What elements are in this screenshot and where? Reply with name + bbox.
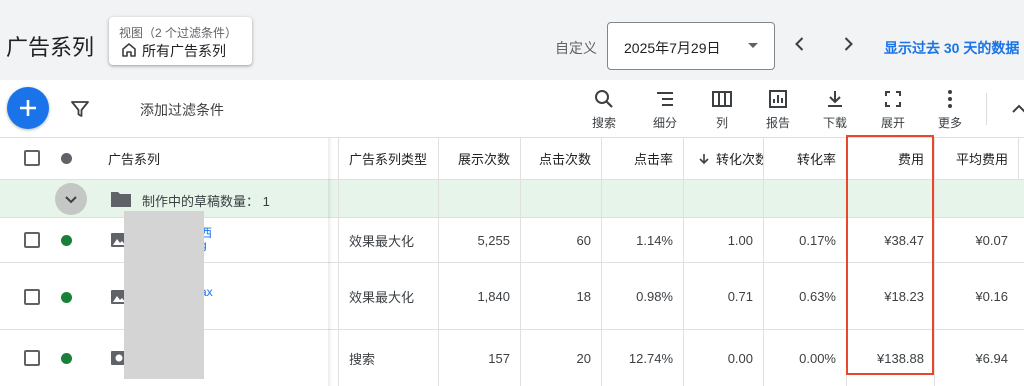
columns-tool[interactable]: 列 [702, 88, 742, 134]
group-cell [683, 180, 763, 217]
date-range-label: 自定义 [555, 40, 597, 56]
ctr-cell: 1.14% [601, 218, 683, 262]
cost-column-highlight [846, 135, 934, 375]
segment-tool-label: 细分 [652, 116, 677, 130]
chevron-right-icon[interactable] [838, 34, 858, 54]
row-checkbox[interactable] [24, 350, 40, 366]
row-checkbox[interactable] [24, 232, 40, 248]
view-caption: 视图（2 个过滤条件） [119, 26, 238, 40]
campaign-type-cell: 效果最大化 [338, 263, 438, 329]
group-cell [338, 180, 438, 217]
table-toolbar: 添加过滤条件 搜索 细分 列 报告 下载 展开 更多 [0, 80, 1024, 138]
view-value: 所有广告系列 [142, 43, 226, 59]
avg-cost-cell: ¥0.16 [934, 263, 1018, 329]
group-cell [763, 180, 846, 217]
column-header-clicks[interactable]: 点击次数 [520, 138, 601, 179]
drafts-count-label: 制作中的草稿数量： 1 [142, 194, 270, 209]
status-enabled-icon[interactable] [61, 235, 72, 246]
expand-drafts-button[interactable] [55, 183, 87, 215]
row-checkbox[interactable] [24, 289, 40, 305]
conversions-cell: 0.71 [683, 263, 763, 329]
group-cell [601, 180, 683, 217]
column-header-conv-rate[interactable]: 转化率 [763, 138, 846, 179]
plus-icon [20, 100, 36, 116]
more-icon [948, 90, 952, 108]
clicks-cell: 60 [520, 218, 601, 262]
impressions-cell: 1,840 [438, 263, 520, 329]
reports-tool[interactable]: 报告 [758, 88, 798, 134]
conv-rate-cell: 0.00% [763, 330, 846, 386]
column-header-avg-cost[interactable]: 平均费用 [934, 138, 1018, 179]
conv-rate-cell: 0.17% [763, 218, 846, 262]
page-header: 广告系列 视图（2 个过滤条件） 所有广告系列 自定义 2025年7月29日 显… [0, 0, 1024, 80]
conversions-cell: 1.00 [683, 218, 763, 262]
segment-tool[interactable]: 细分 [645, 88, 685, 134]
collapse-icon[interactable] [1010, 100, 1024, 118]
folder-icon [111, 192, 131, 207]
campaign-type-cell: 搜索 [338, 330, 438, 386]
column-header-conversions[interactable]: 转化次数 [683, 138, 763, 179]
conversions-cell: 0.00 [683, 330, 763, 386]
reports-icon [769, 90, 787, 108]
more-tool[interactable]: 更多 [930, 88, 970, 134]
chevron-left-icon[interactable] [790, 34, 810, 54]
status-enabled-icon[interactable] [61, 353, 72, 364]
search-icon [595, 90, 613, 108]
avg-cost-cell: ¥0.07 [934, 218, 1018, 262]
status-enabled-icon[interactable] [61, 292, 72, 303]
date-range-select[interactable]: 2025年7月29日 [607, 22, 775, 70]
column-header-impressions[interactable]: 展示次数 [438, 138, 520, 179]
ctr-cell: 0.98% [601, 263, 683, 329]
show-last-30-days-link[interactable]: 显示过去 30 天的数据 [884, 38, 1019, 58]
expand-tool-label: 展开 [880, 116, 905, 130]
home-icon [122, 43, 136, 57]
reports-tool-label: 报告 [765, 116, 790, 130]
page-title: 广告系列 [6, 35, 95, 60]
conversions-header-label: 转化次数 [716, 152, 763, 167]
column-header-overflow [1018, 138, 1024, 179]
frozen-column-shadow [328, 138, 332, 386]
avg-cost-cell: ¥6.94 [934, 330, 1018, 386]
more-tool-label: 更多 [937, 116, 962, 130]
view-selector[interactable]: 视图（2 个过滤条件） 所有广告系列 [109, 17, 252, 65]
group-cell [438, 180, 520, 217]
toolbar-divider [986, 93, 987, 125]
group-cell [934, 180, 1018, 217]
clicks-cell: 18 [520, 263, 601, 329]
add-filter-button[interactable]: 添加过滤条件 [140, 100, 224, 120]
expand-icon [885, 91, 901, 107]
download-tool[interactable]: 下载 [815, 88, 855, 134]
chevron-down-icon [65, 196, 77, 204]
select-all-checkbox[interactable] [24, 150, 40, 166]
group-cell [520, 180, 601, 217]
clicks-cell: 20 [520, 330, 601, 386]
status-header-icon [61, 153, 72, 164]
search-tool[interactable]: 搜索 [584, 88, 624, 134]
columns-tool-label: 列 [715, 116, 728, 130]
campaign-type-cell: 效果最大化 [338, 218, 438, 262]
columns-icon [712, 91, 732, 107]
download-icon [828, 91, 842, 107]
add-campaign-button[interactable] [7, 87, 49, 129]
column-header-ctr[interactable]: 点击率 [601, 138, 683, 179]
filter-icon[interactable] [70, 99, 90, 119]
download-tool-label: 下载 [822, 116, 847, 130]
column-header-campaign[interactable]: 广告系列 [98, 138, 328, 179]
arrow-down-icon [699, 153, 709, 164]
segment-icon [657, 92, 673, 106]
ctr-cell: 12.74% [601, 330, 683, 386]
column-header-type[interactable]: 广告系列类型 [338, 138, 438, 179]
impressions-cell: 157 [438, 330, 520, 386]
redacted-campaign-names [124, 211, 204, 379]
expand-tool[interactable]: 展开 [873, 88, 913, 134]
conv-rate-cell: 0.63% [763, 263, 846, 329]
dropdown-caret-icon [748, 43, 758, 48]
impressions-cell: 5,255 [438, 218, 520, 262]
date-value: 2025年7月29日 [624, 40, 721, 56]
search-tool-label: 搜索 [591, 116, 616, 130]
